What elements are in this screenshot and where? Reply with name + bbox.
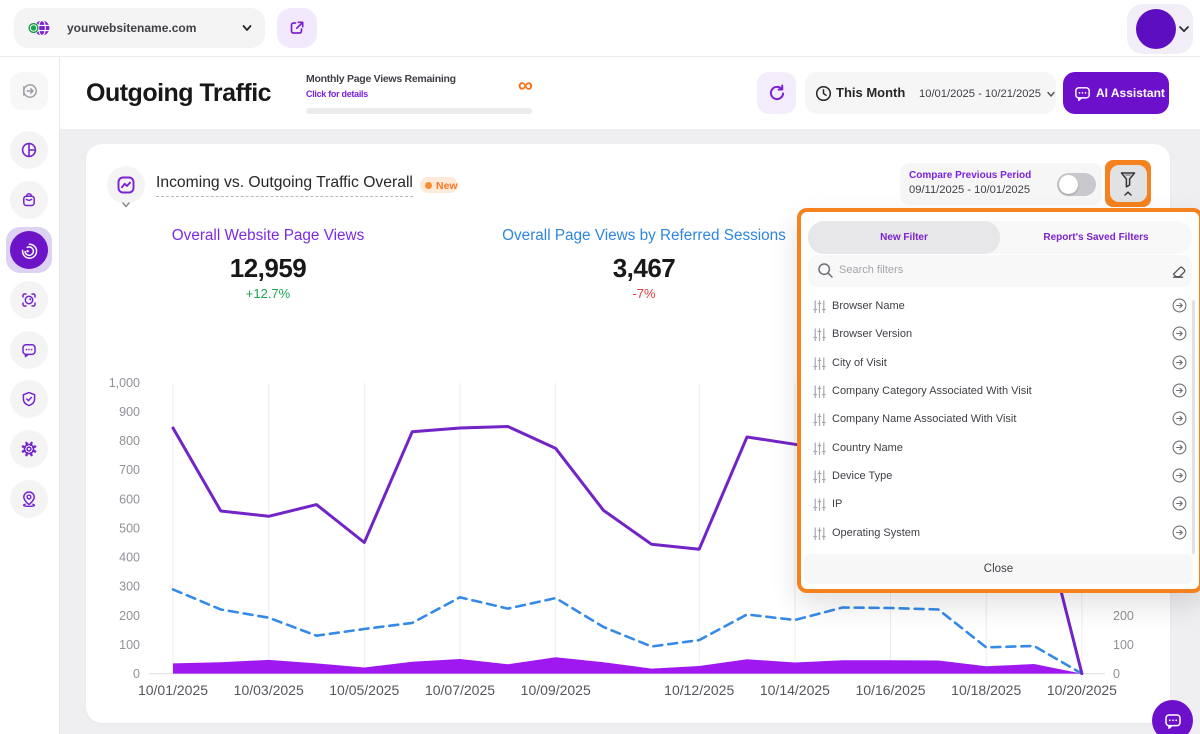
svg-text:10/12/2025: 10/12/2025 [664,682,734,698]
svg-text:10/09/2025: 10/09/2025 [521,682,591,698]
svg-text:800: 800 [119,434,140,448]
svg-text:10/20/2025: 10/20/2025 [1047,682,1117,698]
svg-text:10/05/2025: 10/05/2025 [329,682,399,698]
svg-text:10/03/2025: 10/03/2025 [234,682,304,698]
svg-text:200: 200 [1113,609,1134,623]
svg-text:600: 600 [119,492,140,506]
svg-text:0: 0 [1113,667,1120,681]
svg-text:300: 300 [119,580,140,594]
svg-text:10/14/2025: 10/14/2025 [760,682,830,698]
svg-text:200: 200 [119,609,140,623]
svg-text:0: 0 [133,667,140,681]
svg-text:700: 700 [119,463,140,477]
svg-text:100: 100 [1113,638,1134,652]
svg-text:900: 900 [119,405,140,419]
svg-text:1,000: 1,000 [109,376,140,390]
svg-text:10/16/2025: 10/16/2025 [855,682,925,698]
svg-text:10/01/2025: 10/01/2025 [138,682,208,698]
svg-text:100: 100 [119,638,140,652]
svg-text:400: 400 [119,551,140,565]
svg-text:500: 500 [119,521,140,535]
svg-text:10/18/2025: 10/18/2025 [951,682,1021,698]
svg-text:10/07/2025: 10/07/2025 [425,682,495,698]
